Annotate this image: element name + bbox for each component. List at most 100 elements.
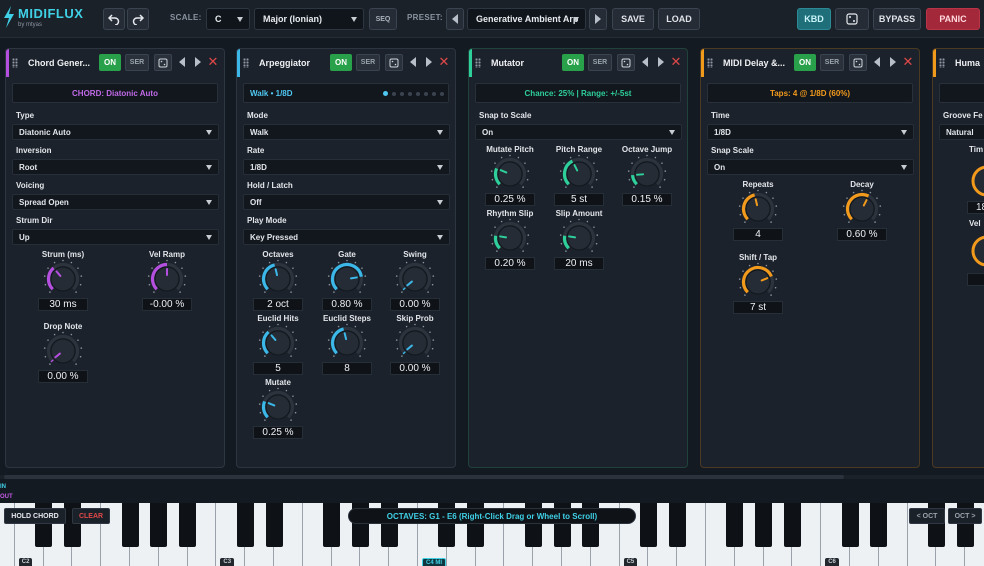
- mode-select[interactable]: Walk: [243, 124, 450, 140]
- hold-latch-select[interactable]: Off: [243, 194, 450, 210]
- knob-dial[interactable]: [258, 323, 298, 363]
- knob-dial[interactable]: [327, 323, 367, 363]
- panel-on-toggle[interactable]: ON: [794, 54, 816, 71]
- panel-randomize-button[interactable]: [849, 54, 867, 71]
- knob-value[interactable]: 0.00 %: [390, 362, 440, 375]
- panel-on-toggle[interactable]: ON: [330, 54, 352, 71]
- time-select[interactable]: 1/8D: [707, 124, 914, 140]
- panel-ser-toggle[interactable]: SER: [356, 54, 380, 71]
- knob-dial[interactable]: [43, 259, 83, 299]
- knob-dial[interactable]: [738, 262, 778, 302]
- save-button[interactable]: SAVE: [612, 8, 654, 30]
- knob-dial[interactable]: [842, 189, 882, 229]
- knob-shift-tap[interactable]: Shift / Tap 7 st: [733, 253, 783, 314]
- voicing-select[interactable]: Spread Open: [12, 194, 219, 210]
- knob-dial[interactable]: [490, 154, 530, 194]
- knob-dial[interactable]: [490, 218, 530, 258]
- knob-value[interactable]: 0.25 %: [253, 426, 303, 439]
- close-icon[interactable]: ✕: [207, 55, 219, 69]
- strum-dir-select[interactable]: Up: [12, 229, 219, 245]
- knob-gate[interactable]: Gate 0.80 %: [322, 250, 372, 311]
- drag-handle-icon[interactable]: [12, 58, 18, 68]
- knob-value[interactable]: 4: [733, 228, 783, 241]
- knob-value[interactable]: 0.25 %: [485, 193, 535, 206]
- knob-euclid-hits[interactable]: Euclid Hits 5: [253, 314, 303, 375]
- knob-dial[interactable]: [738, 189, 778, 229]
- knob-dial[interactable]: [258, 387, 298, 427]
- knob-value[interactable]: 30 ms: [38, 298, 88, 311]
- knob-value[interactable]: 0.15 %: [622, 193, 672, 206]
- load-button[interactable]: LOAD: [658, 8, 700, 30]
- move-left-icon[interactable]: [410, 57, 416, 67]
- bypass-button[interactable]: BYPASS: [873, 8, 921, 30]
- move-left-icon[interactable]: [179, 57, 185, 67]
- knob-dial[interactable]: [559, 218, 599, 258]
- knob-dial[interactable]: [559, 154, 599, 194]
- knob-swing[interactable]: Swing 0.00 %: [390, 250, 440, 311]
- hold-chord-button[interactable]: HOLD CHORD: [4, 508, 66, 524]
- play-mode-select[interactable]: Key Pressed: [243, 229, 450, 245]
- knob-repeats[interactable]: Repeats 4: [733, 180, 783, 241]
- knob-mutate[interactable]: Mutate 0.25 %: [253, 378, 303, 439]
- knob-dial[interactable]: [395, 259, 435, 299]
- knob-timing-dial[interactable]: [967, 161, 984, 201]
- undo-button[interactable]: [103, 8, 125, 30]
- knob-pitch-range[interactable]: Pitch Range 5 st: [554, 145, 604, 206]
- octave-up-button[interactable]: OCT >: [948, 508, 982, 524]
- move-right-icon[interactable]: [658, 57, 664, 67]
- move-right-icon[interactable]: [195, 57, 201, 67]
- panel-ser-toggle[interactable]: SER: [125, 54, 149, 71]
- knob-value[interactable]: 5 st: [554, 193, 604, 206]
- inversion-select[interactable]: Root: [12, 159, 219, 175]
- panel-on-toggle[interactable]: ON: [99, 54, 121, 71]
- type-select[interactable]: Diatonic Auto: [12, 124, 219, 140]
- knob-value[interactable]: 7 st: [733, 301, 783, 314]
- seq-button[interactable]: SEQ: [369, 8, 397, 30]
- preset-select[interactable]: Generative Ambient Arp: [467, 8, 586, 30]
- knob-dial[interactable]: [147, 259, 187, 299]
- drag-handle-icon[interactable]: [475, 58, 481, 68]
- panel-ser-toggle[interactable]: SER: [820, 54, 844, 71]
- knob-strum-ms[interactable]: Strum (ms) 30 ms: [38, 250, 88, 311]
- knob-velocity-dial[interactable]: [967, 231, 984, 271]
- panels-scrollbar[interactable]: [0, 475, 984, 479]
- knob-rhythm-slip[interactable]: Rhythm Slip 0.20 %: [485, 209, 535, 270]
- knob-slip-amount[interactable]: Slip Amount 20 ms: [554, 209, 604, 270]
- knob-euclid-steps[interactable]: Euclid Steps 8: [322, 314, 372, 375]
- scale-mode-select[interactable]: Major (Ionian): [254, 8, 364, 30]
- knob-octaves[interactable]: Octaves 2 oct: [253, 250, 303, 311]
- move-left-icon[interactable]: [874, 57, 880, 67]
- knob-value[interactable]: 20 ms: [554, 257, 604, 270]
- randomize-all-button[interactable]: [835, 8, 869, 30]
- panic-button[interactable]: PANIC: [926, 8, 980, 30]
- snap-scale-select[interactable]: On: [707, 159, 914, 175]
- knob-decay[interactable]: Decay 0.60 %: [837, 180, 887, 241]
- knob-value[interactable]: 0.00 %: [390, 298, 440, 311]
- panel-randomize-button[interactable]: [385, 54, 403, 71]
- knob-dial[interactable]: [258, 259, 298, 299]
- clear-button[interactable]: CLEAR: [72, 508, 110, 524]
- close-icon[interactable]: ✕: [902, 55, 914, 69]
- panel-randomize-button[interactable]: [617, 54, 635, 71]
- scrollbar-thumb[interactable]: [4, 475, 844, 479]
- scale-key-select[interactable]: C: [206, 8, 250, 30]
- drag-handle-icon[interactable]: [707, 58, 713, 68]
- knob-mutate-pitch[interactable]: Mutate Pitch 0.25 %: [485, 145, 535, 206]
- preset-prev-button[interactable]: [446, 8, 464, 30]
- knob-value[interactable]: 8: [322, 362, 372, 375]
- rate-select[interactable]: 1/8D: [243, 159, 450, 175]
- knob-dial[interactable]: [627, 154, 667, 194]
- knob-octave-jump[interactable]: Octave Jump 0.15 %: [622, 145, 672, 206]
- knob-vel-ramp[interactable]: Vel Ramp -0.00 %: [142, 250, 192, 311]
- kbd-button[interactable]: KBD: [797, 8, 831, 30]
- panel-randomize-button[interactable]: [154, 54, 172, 71]
- panel-ser-toggle[interactable]: SER: [588, 54, 612, 71]
- knob-dial[interactable]: [395, 323, 435, 363]
- move-right-icon[interactable]: [890, 57, 896, 67]
- knob-value[interactable]: 2 oct: [253, 298, 303, 311]
- knob-skip-prob[interactable]: Skip Prob 0.00 %: [390, 314, 440, 375]
- close-icon[interactable]: ✕: [670, 55, 682, 69]
- drag-handle-icon[interactable]: [243, 58, 249, 68]
- knob-value[interactable]: 0.20 %: [485, 257, 535, 270]
- redo-button[interactable]: [127, 8, 149, 30]
